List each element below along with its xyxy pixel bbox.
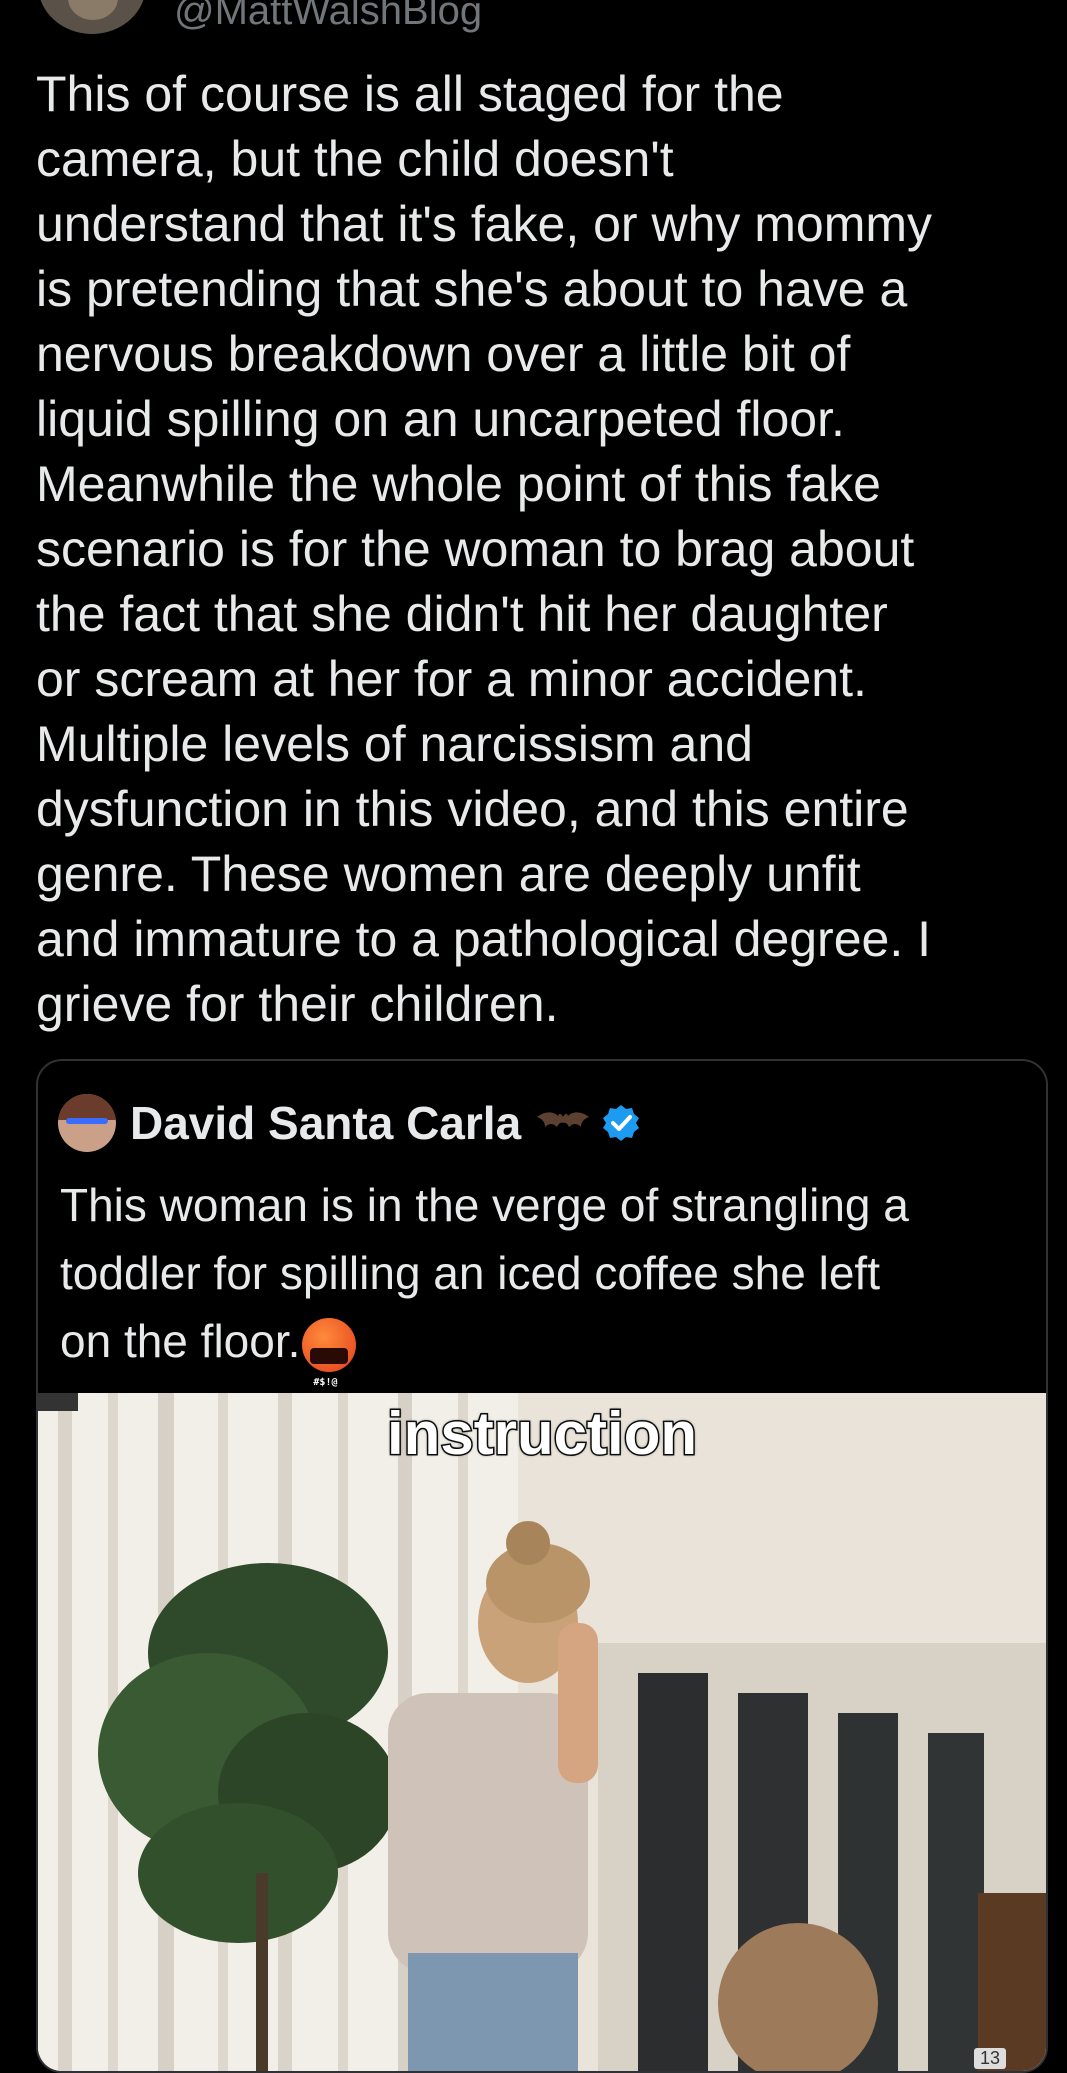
video-caption: instruction <box>386 1399 699 1469</box>
author-avatar[interactable] <box>38 0 146 34</box>
avatar-hair <box>58 1094 116 1120</box>
quoted-tweet-header: David Santa Carla <box>58 1094 641 1152</box>
bat-icon <box>535 1107 591 1139</box>
emoji-mouth: #$!@ <box>310 1347 349 1388</box>
quoted-author-avatar[interactable] <box>58 1094 116 1152</box>
video-frame <box>38 1393 1046 2071</box>
quoted-tweet-video[interactable]: instruction 13 <box>38 1393 1046 2071</box>
quoted-tweet-card[interactable]: David Santa Carla This woman is in the v… <box>36 1059 1048 2073</box>
avatar-face <box>68 0 118 20</box>
quoted-tweet-text: This woman is in the verge of strangling… <box>60 1171 1020 1388</box>
video-counter: 13 <box>973 2048 1006 2069</box>
quoted-tweet-body: This woman is in the verge of strangling… <box>60 1179 909 1367</box>
author-handle[interactable]: @MattWalshBlog <box>174 0 482 34</box>
face-with-symbols-on-mouth-icon: #$!@ <box>302 1317 357 1388</box>
tweet-text: This of course is all staged for the cam… <box>36 66 933 1032</box>
avatar-glasses <box>66 1118 108 1124</box>
verified-badge-icon <box>601 1103 641 1143</box>
quoted-author-name[interactable]: David Santa Carla <box>130 1096 521 1150</box>
